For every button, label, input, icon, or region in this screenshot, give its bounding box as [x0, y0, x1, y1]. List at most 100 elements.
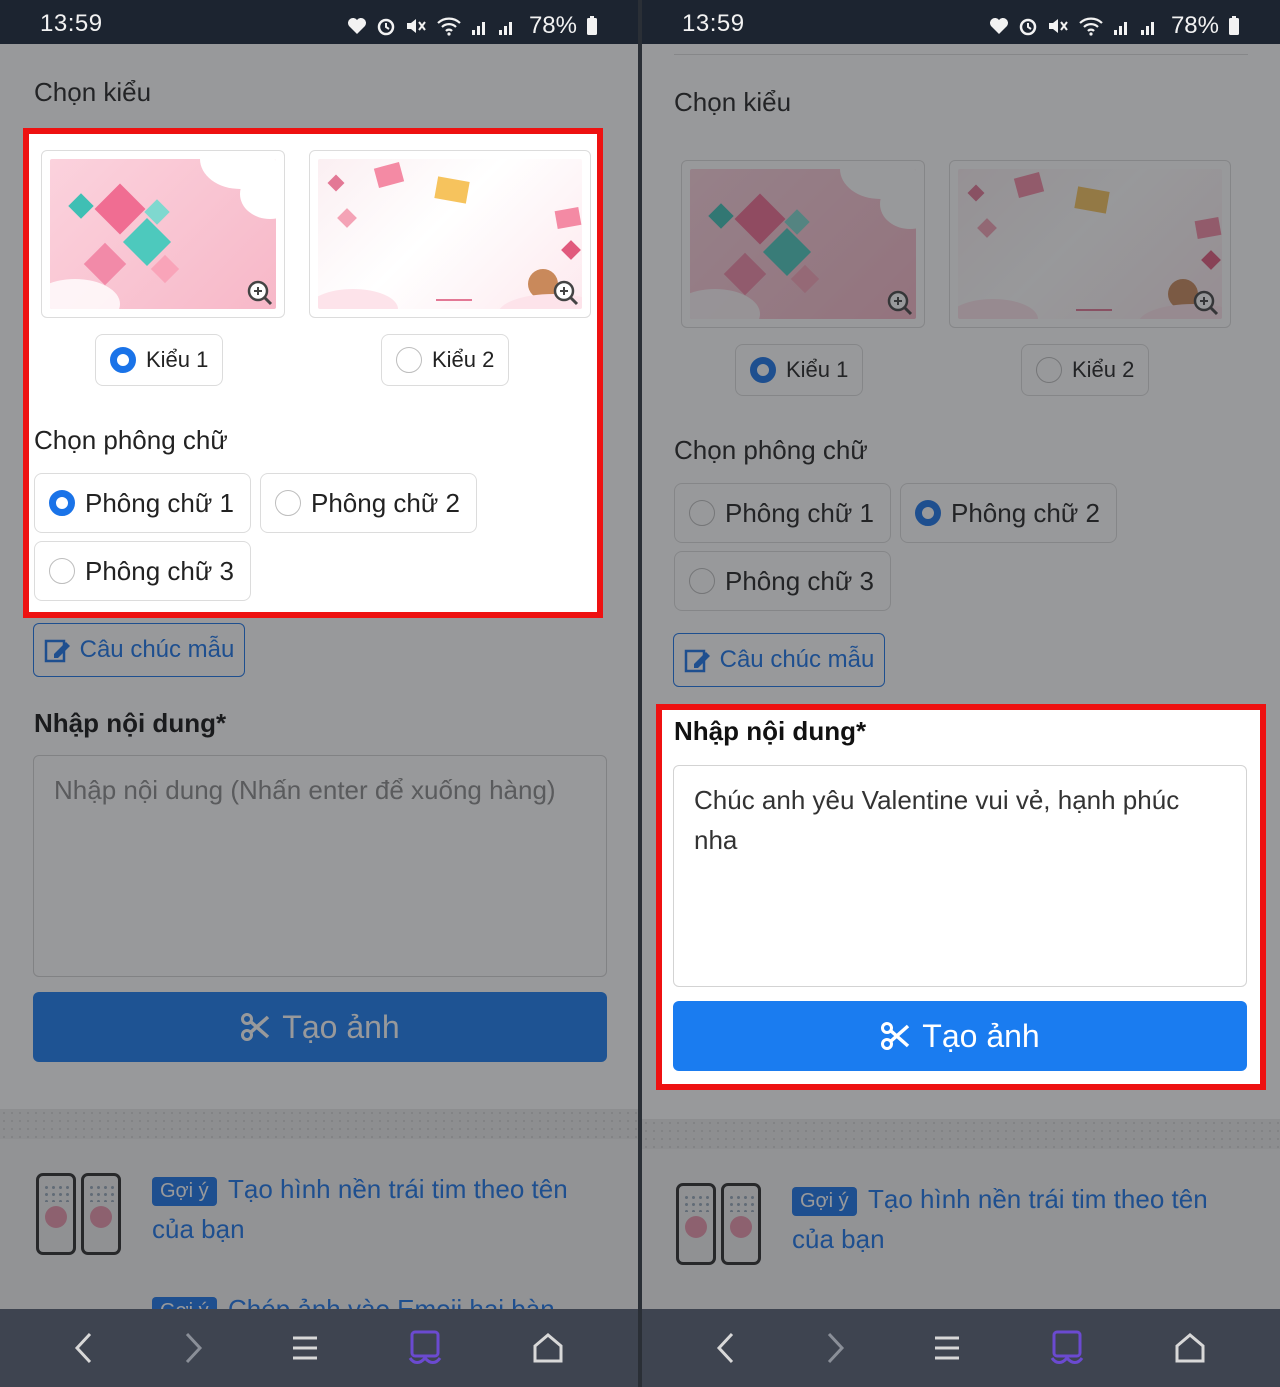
radio-unchecked-icon: [275, 490, 301, 516]
font-2-label: Phông chữ 2: [951, 497, 1100, 528]
style-2-thumbnail[interactable]: [949, 160, 1231, 328]
form-card: Chọn kiểu Kiểu 1 Kiểu 2 Chọn phông chữ P…: [0, 44, 638, 1109]
tab-switcher-icon[interactable]: [407, 1330, 443, 1366]
content-label: Nhập nội dung*: [674, 716, 867, 746]
battery-percent: 78%: [528, 12, 577, 39]
dotted-divider: [642, 1119, 1280, 1149]
choose-style-label: Chọn kiểu: [34, 77, 152, 107]
highlighted-content-section: Nhập nội dung* Chúc anh yêu Valentine vu…: [662, 710, 1260, 1084]
style-1-thumbnail[interactable]: [41, 150, 285, 318]
style-1-label: Kiểu 1: [786, 357, 849, 382]
back-icon[interactable]: [74, 1332, 94, 1364]
valentine-frame-image: [958, 169, 1222, 319]
menu-icon[interactable]: [933, 1334, 961, 1362]
mute-icon: [406, 19, 426, 33]
browser-nav-bar: [0, 1309, 638, 1387]
mute-icon: [1048, 19, 1068, 33]
font-3-label: Phông chữ 3: [85, 555, 234, 586]
sample-wishes-label: Câu chúc mẫu: [719, 646, 875, 673]
tab-switcher-icon[interactable]: [1049, 1330, 1085, 1366]
valentine-hearts-image: [690, 169, 916, 319]
signal-icon: [1113, 22, 1127, 35]
font-1-label: Phông chữ 1: [85, 487, 234, 518]
home-icon[interactable]: [1174, 1332, 1206, 1364]
scissors-icon: [881, 1022, 910, 1050]
create-image-label: Tạo ảnh: [922, 1017, 1040, 1054]
heart-icon: [989, 18, 1008, 34]
valentine-hearts-image: [50, 159, 276, 309]
edit-icon: [44, 639, 70, 663]
wifi-icon: [437, 17, 461, 36]
radio-unchecked-icon: [49, 558, 75, 584]
font-2-radio[interactable]: Phông chữ 2: [900, 483, 1117, 543]
font-1-label: Phông chữ 1: [725, 497, 874, 528]
status-icons: 78%: [347, 12, 598, 40]
battery-icon: [1229, 16, 1239, 35]
signal-icon: [1140, 22, 1154, 35]
back-icon[interactable]: [716, 1332, 736, 1364]
heart-icon: [347, 18, 366, 34]
font-3-label: Phông chữ 3: [725, 565, 874, 596]
style-1-label: Kiểu 1: [146, 347, 209, 372]
phone-wallpaper-thumbnail: [81, 1173, 121, 1255]
font-3-radio[interactable]: Phông chữ 3: [674, 551, 891, 611]
suggestion-title[interactable]: Tạo hình nền trái tim theo tên của bạn: [792, 1179, 1242, 1259]
radio-checked-icon: [750, 357, 776, 383]
radio-checked-icon: [915, 500, 941, 526]
edit-icon: [684, 649, 710, 673]
style-1-thumbnail[interactable]: [681, 160, 925, 328]
status-bar: 13:59 78%: [642, 0, 1280, 44]
sample-wishes-label: Câu chúc mẫu: [79, 636, 235, 663]
choose-style-label: Chọn kiểu: [674, 87, 792, 117]
content-textarea[interactable]: Nhập nội dung (Nhấn enter để xuống hàng): [33, 755, 607, 977]
suggestion-title[interactable]: Tạo hình nền trái tim theo tên của bạn: [152, 1169, 602, 1249]
status-time: 13:59: [40, 10, 103, 37]
right-screenshot: 13:59 78% Chọn kiểu Kiểu 1 Kiểu 2 Chọn p…: [642, 0, 1280, 1387]
zoom-in-icon[interactable]: [552, 279, 580, 307]
phone-wallpaper-thumbnail: [721, 1183, 761, 1265]
radio-unchecked-icon: [396, 347, 422, 373]
radio-checked-icon: [49, 490, 75, 516]
sample-wishes-button[interactable]: Câu chúc mẫu: [673, 633, 885, 687]
zoom-in-icon[interactable]: [1192, 289, 1220, 317]
status-time: 13:59: [682, 10, 745, 37]
font-1-radio[interactable]: Phông chữ 1: [34, 473, 251, 533]
battery-percent: 78%: [1170, 12, 1219, 39]
valentine-frame-image: [318, 159, 582, 309]
zoom-in-icon[interactable]: [886, 289, 914, 317]
create-image-button[interactable]: Tạo ảnh: [33, 992, 607, 1062]
choose-font-label: Chọn phông chữ: [34, 425, 228, 455]
style-2-radio[interactable]: Kiểu 2: [381, 334, 509, 386]
choose-font-label: Chọn phông chữ: [674, 435, 868, 465]
content-textarea[interactable]: Chúc anh yêu Valentine vui vẻ, hạnh phúc…: [673, 765, 1247, 987]
forward-icon[interactable]: [183, 1332, 203, 1364]
style-2-radio[interactable]: Kiểu 2: [1021, 344, 1149, 396]
zoom-in-icon[interactable]: [246, 279, 274, 307]
style-2-thumbnail[interactable]: [309, 150, 591, 318]
create-image-button[interactable]: Tạo ảnh: [673, 1001, 1247, 1071]
font-2-label: Phông chữ 2: [311, 487, 460, 518]
suggestions-area: Gợi ý Tạo hình nền trái tim theo tên của…: [0, 1109, 638, 1326]
style-2-label: Kiểu 2: [432, 347, 495, 372]
style-1-radio[interactable]: Kiểu 1: [95, 334, 223, 386]
status-icons: 78%: [989, 12, 1240, 40]
radio-unchecked-icon: [689, 568, 715, 594]
radio-unchecked-icon: [689, 500, 715, 526]
radio-unchecked-icon: [1036, 357, 1062, 383]
forward-icon[interactable]: [825, 1332, 845, 1364]
style-2-label: Kiểu 2: [1072, 357, 1135, 382]
phone-wallpaper-thumbnail: [36, 1173, 76, 1255]
sample-wishes-button[interactable]: Câu chúc mẫu: [33, 623, 245, 677]
home-icon[interactable]: [532, 1332, 564, 1364]
font-3-radio[interactable]: Phông chữ 3: [34, 541, 251, 601]
alarm-icon: [1019, 18, 1037, 36]
dotted-divider: [0, 1109, 638, 1139]
top-divider: [674, 54, 1248, 55]
font-1-radio[interactable]: Phông chữ 1: [674, 483, 891, 543]
menu-icon[interactable]: [291, 1334, 319, 1362]
wifi-icon: [1079, 17, 1103, 36]
radio-checked-icon: [110, 347, 136, 373]
create-image-label: Tạo ảnh: [282, 1008, 400, 1045]
font-2-radio[interactable]: Phông chữ 2: [260, 473, 477, 533]
style-1-radio[interactable]: Kiểu 1: [735, 344, 863, 396]
